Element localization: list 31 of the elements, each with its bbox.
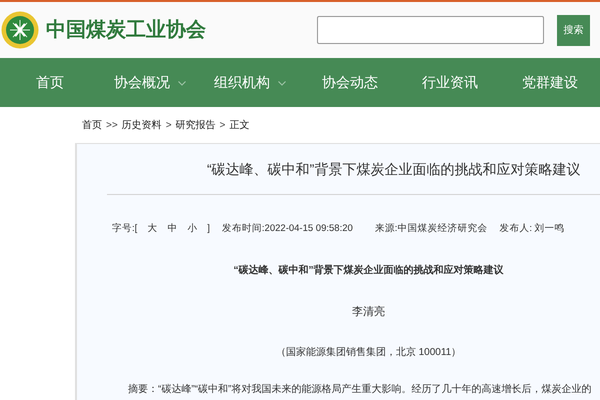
nav-link[interactable]: 党群建设 <box>522 73 578 94</box>
breadcrumb-separator: >> <box>106 118 118 132</box>
search-field[interactable] <box>317 16 544 44</box>
publish-time: 发布时间:2022-04-15 09:58:20 <box>222 222 353 236</box>
nav-link[interactable]: 首页 <box>36 73 64 94</box>
font-size-option[interactable]: 大 <box>147 222 158 236</box>
breadcrumb-link[interactable]: 历史资料 <box>122 118 162 132</box>
abstract-text: 摘要：“碳达峰”“碳中和”将对我国未来的能源格局产生重大影响。经历了几十年的高速增长后，煤炭企业的 <box>127 382 592 396</box>
chevron-down-icon <box>178 81 186 86</box>
breadcrumb-link[interactable]: 正文 <box>229 118 250 132</box>
article-title: “碳达峰、碳中和”背景下煤炭企业面临的挑战和应对策略建议 <box>207 160 580 178</box>
nav-link[interactable]: 组织机构 <box>214 73 286 94</box>
search-button[interactable]: 搜索 <box>557 14 590 46</box>
font-size-option[interactable]: 中 <box>167 222 178 236</box>
publisher: 发布人: 刘一鸣 <box>499 222 565 236</box>
author-affiliation: （国家能源集团销售集团，北京 100011） <box>276 346 462 360</box>
site-name: 中国煤炭工业协会 <box>46 18 206 43</box>
font-size-label: 字号:[ <box>112 222 138 236</box>
nav-link[interactable]: 协会动态 <box>322 73 378 94</box>
breadcrumb-link[interactable]: 研究报告 <box>176 118 216 132</box>
font-size-option[interactable]: 小 <box>187 222 198 236</box>
nav-link[interactable]: 行业资讯 <box>422 73 478 94</box>
breadcrumb-separator: > <box>166 118 172 132</box>
source: 来源:中国煤炭经济研究会 <box>374 222 488 236</box>
breadcrumb-separator: > <box>220 118 226 132</box>
author-name: 李清亮 <box>352 304 385 320</box>
font-size-bracket: ] <box>207 222 210 236</box>
breadcrumb-link[interactable]: 首页 <box>82 118 102 132</box>
nav-link[interactable]: 协会概况 <box>114 73 186 94</box>
chevron-down-icon <box>278 81 286 86</box>
article-subtitle: “碳达峰、碳中和”背景下煤炭企业面临的挑战和应对策略建议 <box>234 263 504 278</box>
